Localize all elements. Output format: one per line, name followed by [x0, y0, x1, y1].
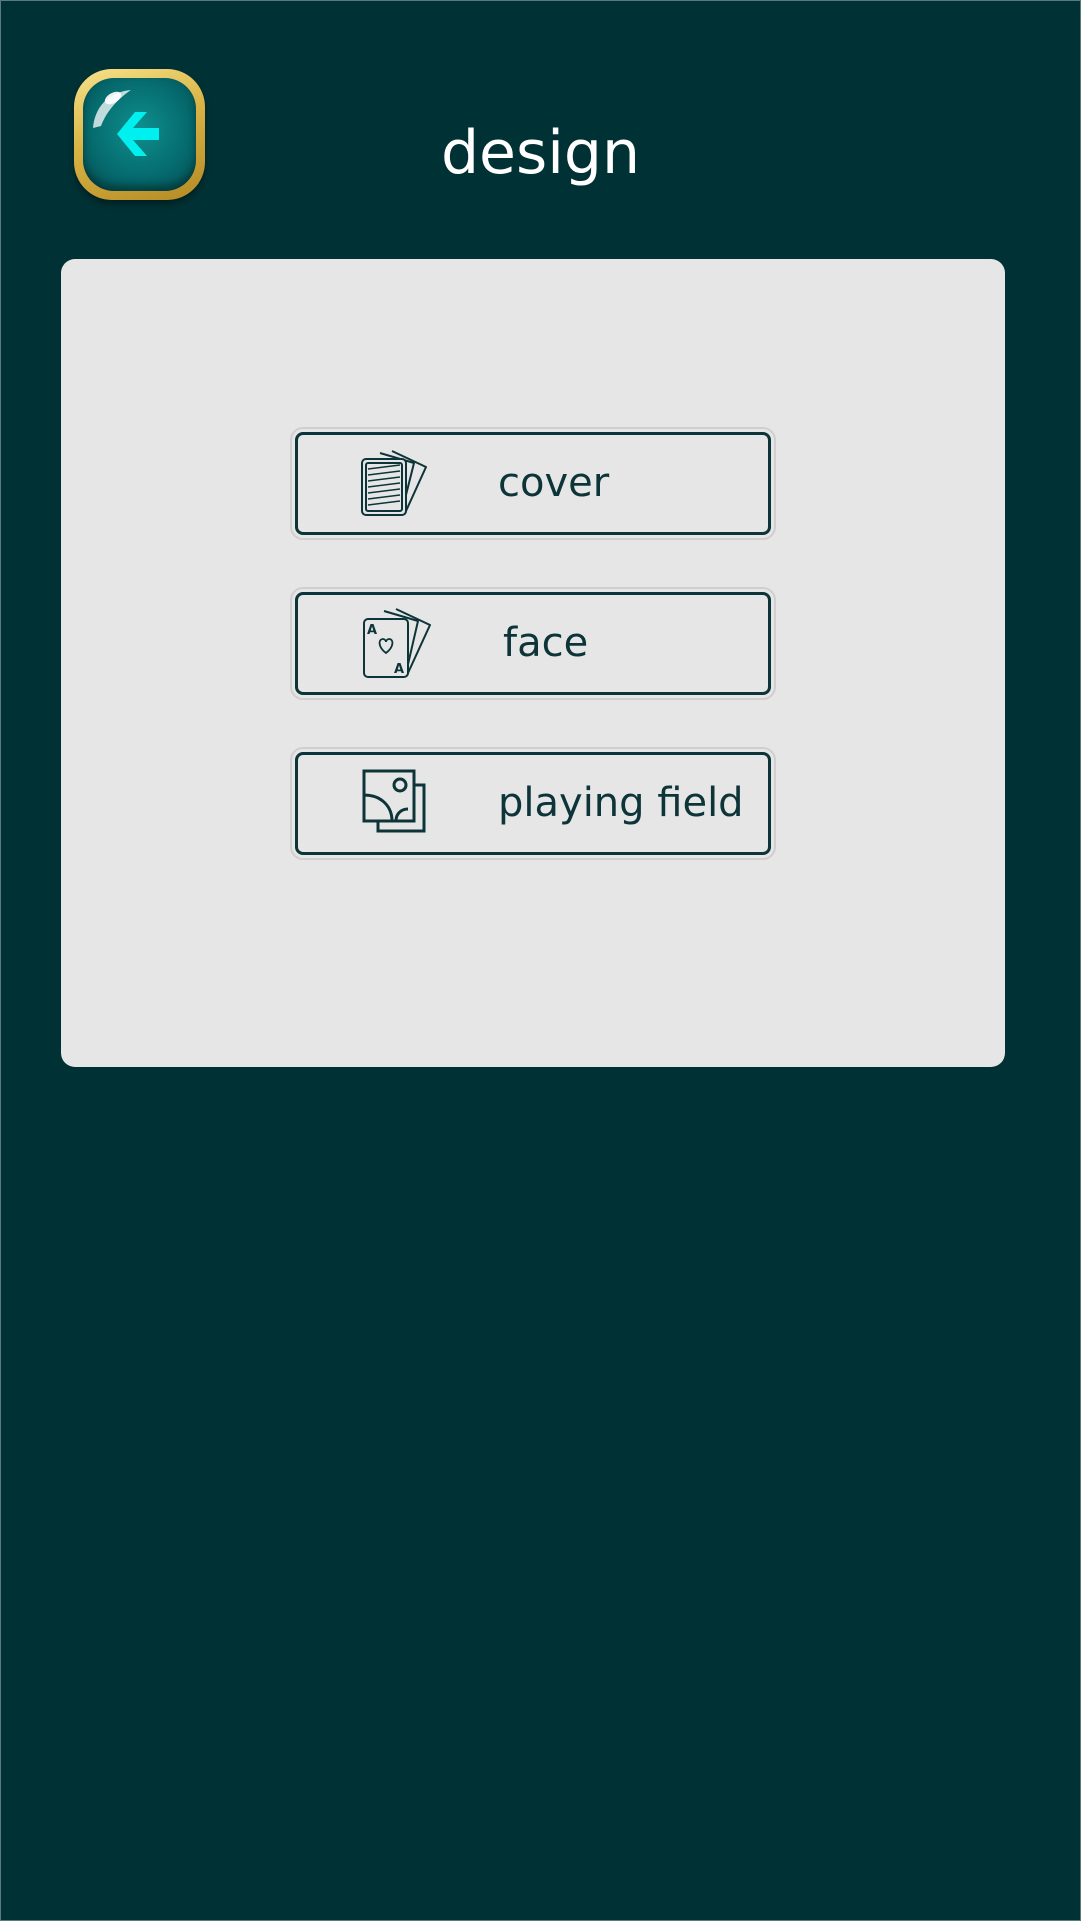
page-title: design [440, 118, 641, 188]
face-button-label: face [503, 620, 589, 666]
playing-field-button[interactable]: playing field [290, 747, 776, 860]
card-back-stack-icon [361, 450, 427, 516]
cover-button[interactable]: cover [290, 427, 776, 540]
ace-of-hearts-stack-icon: A A [363, 608, 431, 678]
svg-text:A: A [367, 623, 377, 638]
face-button[interactable]: A A face [290, 587, 776, 700]
image-gallery-icon [362, 769, 426, 833]
playing-field-button-label: playing field [498, 780, 744, 826]
cover-button-label: cover [498, 460, 610, 506]
svg-text:A: A [394, 662, 404, 677]
options-panel: cover A A face playing field [61, 259, 1005, 1067]
